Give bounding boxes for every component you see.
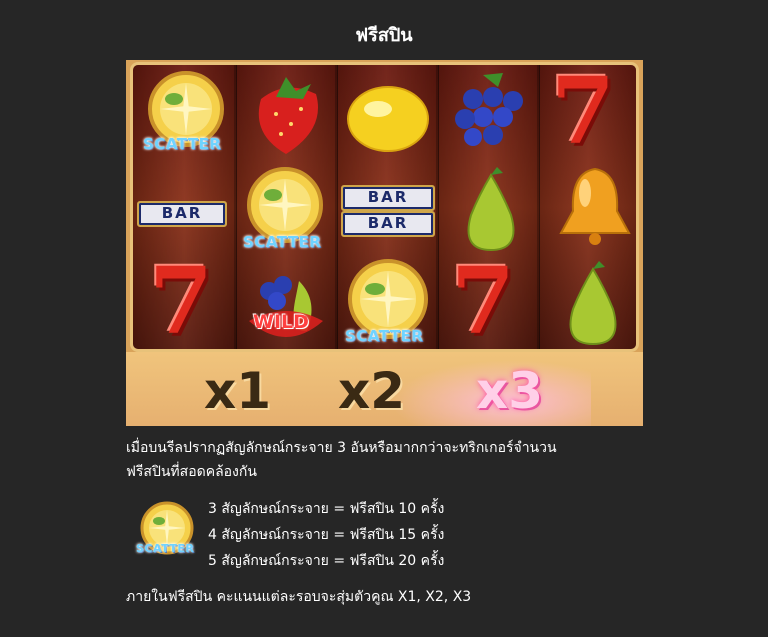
wild-symbol: WILD <box>239 261 333 349</box>
description-line-1: เมื่อบนรีลปรากฏสัญลักษณ์กระจาย 3 อันหรือ… <box>126 440 557 456</box>
bar-symbol: BAR <box>137 201 227 227</box>
multiplier-x3: x3 <box>476 362 544 420</box>
bell-symbol <box>551 161 636 251</box>
seven-symbol: 7 <box>451 247 516 352</box>
strawberry-symbol <box>241 69 331 159</box>
grapes-icon <box>455 73 523 146</box>
pear-icon <box>569 261 617 346</box>
multiplier-x1: x1 <box>204 362 272 420</box>
wild-fruit-icon <box>249 276 323 337</box>
pear-symbol <box>553 259 633 349</box>
pear-symbol <box>451 165 531 255</box>
page-title: ฟรีสปิน <box>355 25 413 46</box>
seven-symbol: 7 <box>149 247 214 352</box>
multiplier-x2: x2 <box>338 362 406 420</box>
lemon-symbol <box>343 79 433 159</box>
scatter-symbol: SCATTER <box>239 165 331 257</box>
scatter-symbol: SCATTER <box>341 257 435 349</box>
paytable-scatter-icon: SCATTER <box>134 500 200 566</box>
scatter-label: SCATTER <box>143 135 222 153</box>
description-line-2: ฟรีสปินที่สอดคล้องกัน <box>126 464 257 480</box>
bell-icon <box>559 167 631 245</box>
strawberry-icon <box>258 77 318 154</box>
description: เมื่อบนรีลปรากฏสัญลักษณ์กระจาย 3 อันหรือ… <box>126 436 686 484</box>
scatter-label: SCATTER <box>243 233 322 251</box>
lemon-icon <box>347 86 429 152</box>
scatter-label: SCATTER <box>345 327 424 345</box>
scatter-coin-icon <box>140 501 194 555</box>
reel-frame: SCATTER 7 BAR SCATTER BAR BAR 7 WILD SCA… <box>130 62 639 352</box>
bar-symbol-top: BAR <box>341 185 435 211</box>
scatter-label: SCATTER <box>136 542 195 555</box>
wild-label: WILD <box>253 311 309 333</box>
footer-note: ภายในฟรีสปิน คะแนนแต่ละรอบจะสุ่มตัวคูณ X… <box>126 589 472 605</box>
grapes-symbol <box>443 69 533 159</box>
bar-symbol-bottom: BAR <box>341 211 435 237</box>
slot-game-illustration: SCATTER 7 BAR SCATTER BAR BAR 7 WILD SCA… <box>126 60 643 426</box>
seven-symbol: 7 <box>551 62 616 165</box>
paytable-row-5: 5 สัญลักษณ์กระจาย = ฟรีสปิน 20 ครั้ง <box>208 553 445 569</box>
pear-icon <box>467 167 515 252</box>
paytable-list: 3 สัญลักษณ์กระจาย = ฟรีสปิน 10 ครั้ง 4 ส… <box>208 496 444 574</box>
paytable-row-4: 4 สัญลักษณ์กระจาย = ฟรีสปิน 15 ครั้ง <box>208 527 445 543</box>
paytable-row-3: 3 สัญลักษณ์กระจาย = ฟรีสปิน 10 ครั้ง <box>208 501 445 517</box>
scatter-symbol: SCATTER <box>141 69 231 159</box>
